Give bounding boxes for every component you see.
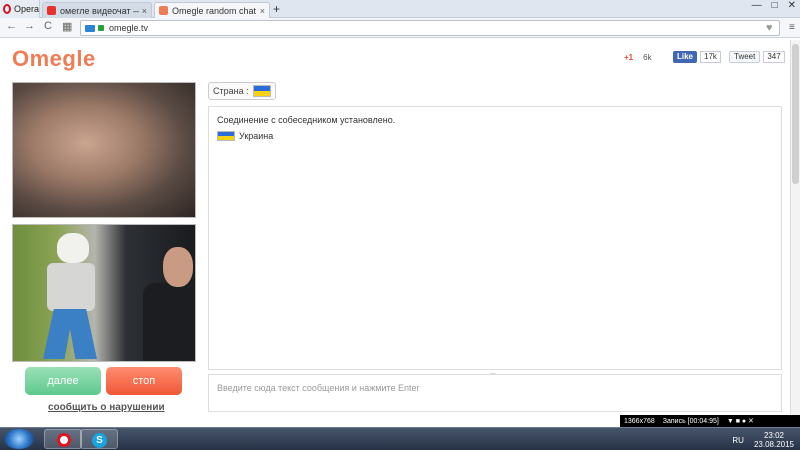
opera-logo-icon [3, 4, 11, 14]
facebook-like-button[interactable]: Like 17k [673, 51, 721, 63]
system-tray: RU 23:02 23.08.2015 [732, 431, 794, 449]
recorder-controls[interactable]: ▼ ■ ● ✕ [727, 417, 754, 425]
gplus-button[interactable]: +1 6k [624, 51, 652, 63]
ghost-mask-figure [57, 233, 89, 263]
scrollbar-thumb[interactable] [792, 44, 799, 184]
chat-log: Соединение с собеседником установлено. У… [208, 106, 782, 370]
page-scrollbar[interactable] [790, 40, 800, 415]
report-abuse-link[interactable]: сообщить о нарушении [48, 402, 165, 413]
clock-date: 23.08.2015 [753, 440, 794, 449]
reload-button[interactable]: C [44, 20, 52, 32]
yandex-favicon-icon [47, 6, 56, 15]
opera-icon [57, 433, 71, 447]
taskbar-skype-button[interactable]: S [80, 429, 118, 449]
recorder-status: Запись [00:04:95] [662, 417, 719, 425]
opera-menu-button[interactable]: Opera [0, 0, 40, 18]
bookmark-heart-icon[interactable]: ♥ [766, 22, 773, 34]
gplus-count: 6k [643, 52, 652, 62]
tab-omegle[interactable]: Omegle random chat × [154, 2, 270, 18]
tweet-button[interactable]: Tweet 347 [729, 51, 785, 63]
dancer-body [47, 263, 95, 311]
stranger-video [12, 82, 196, 218]
address-bar-row: ← → C ▦ omegle.tv [0, 18, 800, 38]
next-button[interactable]: далее [25, 367, 101, 395]
windows-taskbar: S RU 23:02 23.08.2015 [0, 427, 800, 450]
ukraine-flag-icon [252, 85, 271, 97]
self-video [12, 224, 196, 362]
url-field[interactable]: omegle.tv [80, 20, 780, 36]
system-message: Соединение с собеседником установлено. [217, 115, 396, 125]
clock[interactable]: 23:02 23.08.2015 [754, 431, 794, 449]
gplus-label: +1 [624, 52, 634, 62]
window-controls: — □ ✕ [752, 0, 796, 11]
omegle-favicon-icon [159, 6, 168, 15]
facebook-like-label: Like [673, 51, 698, 63]
stranger-country-name: Украина [239, 131, 274, 141]
back-button[interactable]: ← [6, 20, 17, 32]
country-selector[interactable]: Страна : [208, 82, 276, 100]
lock-icon [98, 25, 104, 31]
tab-title: Omegle random chat [172, 5, 257, 16]
tab-close-icon[interactable]: × [142, 6, 147, 16]
tab-yandex-search[interactable]: омегле видеочат — Янд × [42, 2, 152, 18]
person-face [163, 247, 193, 287]
tweet-count: 347 [763, 51, 785, 63]
browser-menu-icon[interactable]: ≡ [789, 22, 795, 33]
facebook-like-count: 17k [700, 51, 721, 63]
opera-menu-label: Opera [13, 4, 39, 14]
tab-close-icon[interactable]: × [260, 6, 265, 16]
start-button[interactable] [4, 429, 34, 449]
stranger-country-line: Украина [217, 131, 273, 141]
message-input[interactable]: Введите сюда текст сообщения и нажмите E… [208, 374, 782, 412]
dancer-legs [43, 309, 97, 359]
language-indicator[interactable]: RU [732, 436, 744, 445]
country-label: Страна : [213, 86, 249, 96]
recorder-resolution: 1366x768 [624, 417, 655, 425]
tab-strip: Opera омегле видеочат — Янд × Omegle ran… [0, 0, 800, 18]
forward-button[interactable]: → [24, 20, 35, 32]
clock-time: 23:02 [763, 431, 784, 440]
taskbar-opera-button[interactable] [44, 429, 82, 449]
maximize-button[interactable]: □ [772, 0, 778, 11]
stop-button[interactable]: стоп [106, 367, 182, 395]
ukraine-flag-icon [217, 131, 235, 141]
tab-title: омегле видеочат — Янд [60, 5, 139, 16]
tweet-label: Tweet [729, 51, 761, 63]
minimize-button[interactable]: — [752, 0, 762, 11]
screen-recorder-bar: 1366x768 Запись [00:04:95] ▼ ■ ● ✕ [620, 415, 800, 427]
new-tab-button[interactable]: + [273, 2, 280, 16]
close-window-button[interactable]: ✕ [788, 0, 796, 11]
url-text: omegle.tv [109, 23, 149, 33]
person-torso [143, 283, 195, 361]
camera-icon [85, 24, 95, 32]
skype-icon: S [92, 433, 107, 448]
omegle-logo[interactable]: Omegle [12, 46, 96, 72]
speed-dial-button[interactable]: ▦ [62, 20, 72, 33]
